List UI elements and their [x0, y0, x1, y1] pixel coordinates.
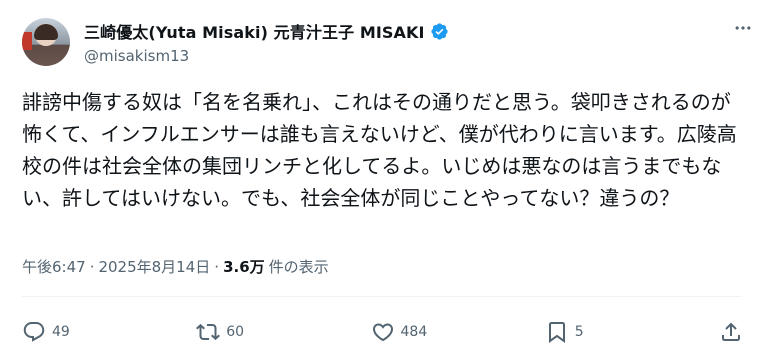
- reply-icon: [23, 322, 45, 342]
- bookmark-button[interactable]: 5: [545, 320, 695, 344]
- name-row: 三崎優太(Yuta Misaki) 元青汁王子 MISAKI: [84, 19, 449, 43]
- author-handle[interactable]: @misakism13: [84, 47, 449, 65]
- views-count[interactable]: 3.6万: [223, 256, 265, 277]
- tweet-header: 三崎優太(Yuta Misaki) 元青汁王子 MISAKI @misakism…: [22, 14, 743, 70]
- tweet-text: 誹謗中傷する奴は「名を名乗れ」、これはその通りだと思う。袋叩きされるのが怖くて、…: [22, 90, 737, 210]
- verified-badge-icon[interactable]: [430, 22, 449, 41]
- tweet-time[interactable]: 午後6:47: [22, 256, 86, 277]
- meta-separator: ·: [89, 257, 95, 276]
- views-label: 件の表示: [268, 258, 329, 276]
- bookmark-icon: [548, 322, 565, 343]
- tweet-card: 三崎優太(Yuta Misaki) 元青汁王子 MISAKI @misakism…: [0, 0, 763, 358]
- author-info: 三崎優太(Yuta Misaki) 元青汁王子 MISAKI @misakism…: [84, 19, 449, 65]
- avatar-background: [22, 32, 32, 50]
- bookmark-count: 5: [574, 324, 584, 340]
- repost-count: 60: [226, 324, 245, 340]
- like-button[interactable]: 484: [371, 320, 521, 344]
- tweet-date[interactable]: 2025年8月14日: [98, 256, 210, 277]
- reply-button[interactable]: 49: [22, 320, 172, 344]
- avatar[interactable]: [22, 18, 70, 66]
- tweet-meta: 午後6:47 · 2025年8月14日 · 3.6万 件の表示: [22, 256, 329, 277]
- repost-button[interactable]: 60: [196, 320, 346, 344]
- author-display-name[interactable]: 三崎優太(Yuta Misaki) 元青汁王子 MISAKI: [84, 19, 425, 43]
- meta-separator: ·: [214, 257, 220, 276]
- avatar-figure: [34, 24, 58, 40]
- reply-count: 49: [52, 324, 70, 340]
- action-bar: 49 60 484 5: [22, 314, 743, 350]
- divider: [22, 296, 741, 297]
- more-horizontal-icon[interactable]: [729, 14, 757, 42]
- repost-icon: [196, 323, 221, 341]
- share-icon: [722, 322, 740, 341]
- share-button[interactable]: [719, 320, 743, 344]
- like-count: 484: [400, 324, 428, 340]
- like-icon: [372, 323, 393, 342]
